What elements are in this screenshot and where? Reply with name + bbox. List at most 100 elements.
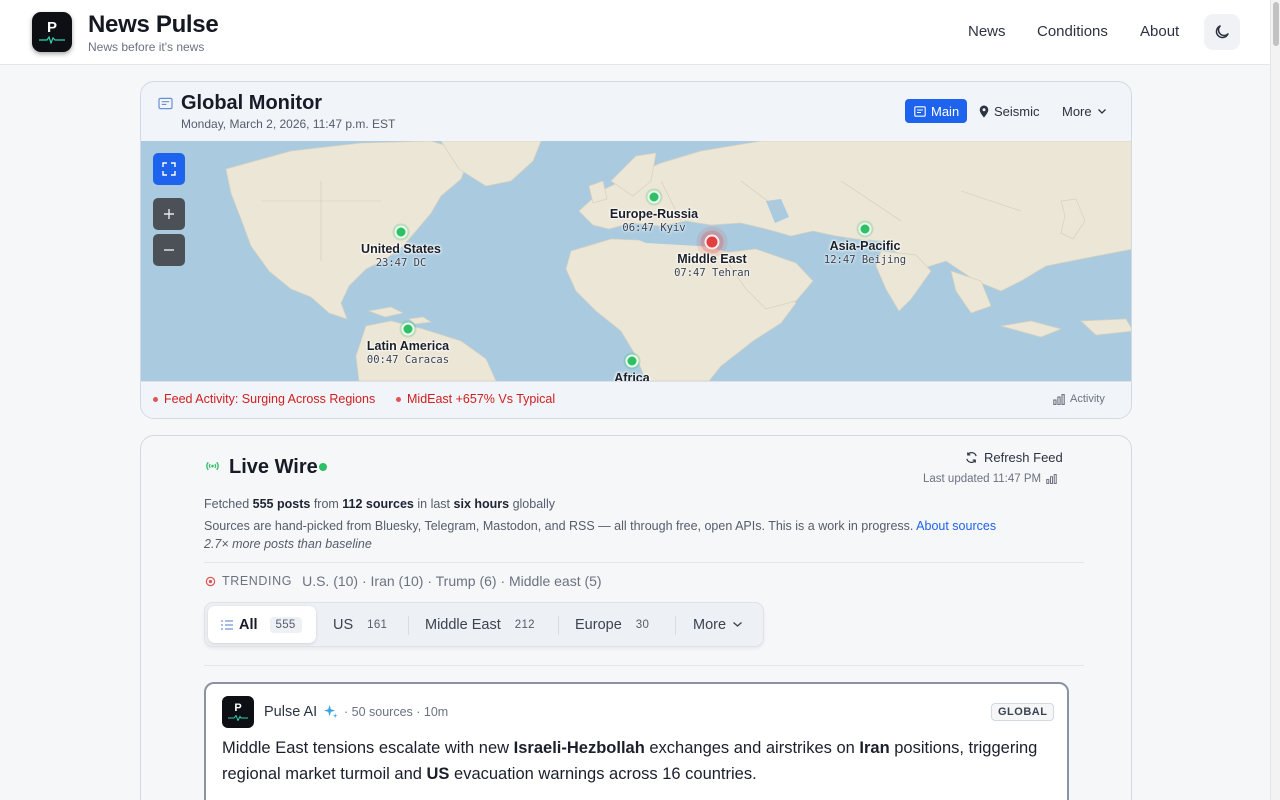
- moon-icon: [1215, 25, 1229, 39]
- plus-icon: [164, 209, 174, 219]
- chevron-down-icon: [733, 622, 742, 627]
- nav-link-news[interactable]: News: [968, 23, 1006, 40]
- post-author[interactable]: Pulse AI: [264, 704, 317, 720]
- region-name: United States: [361, 242, 441, 256]
- last-updated: Last updated 11:47 PM: [923, 473, 1057, 485]
- region-label-latin-america[interactable]: Latin America 00:47 Caracas: [367, 339, 449, 366]
- mideast-activity-alert: MidEast +657% Vs Typical: [396, 392, 555, 406]
- trending-topics[interactable]: U.S. (10) · Iran (10) · Trump (6) · Midd…: [302, 573, 602, 589]
- region-name: Latin America: [366, 339, 450, 353]
- region-marker-europe-russia[interactable]: [647, 190, 661, 204]
- body-text: evacuation warnings across 16 countries.: [449, 765, 757, 783]
- filter-label: All: [239, 616, 258, 633]
- bar-chart-icon: [1053, 393, 1065, 405]
- monitor-footer: Feed Activity: Surging Across Regions Mi…: [141, 381, 1131, 418]
- trending-label: TRENDING: [222, 574, 293, 588]
- region-marker-asia-pacific[interactable]: [858, 222, 872, 236]
- page-scrollbar[interactable]: [1270, 0, 1280, 800]
- region-marker-middle-east[interactable]: [704, 234, 720, 250]
- region-label-middle-east[interactable]: Middle East 07:47 Tehran: [674, 252, 750, 279]
- live-wire-title: Live Wire: [229, 456, 318, 478]
- region-name: Africa: [614, 371, 650, 381]
- region-time: 12:47 Beijing: [823, 254, 907, 266]
- scrollbar-thumb[interactable]: [1273, 2, 1279, 46]
- pulse-line-icon: [228, 715, 248, 721]
- filter-tab-middle-east[interactable]: Middle East 212: [425, 606, 535, 643]
- filter-tab-all[interactable]: All 555: [208, 606, 316, 643]
- trending-icon: [205, 576, 216, 586]
- region-label-africa[interactable]: Africa: [614, 371, 649, 381]
- filter-count: 555: [269, 616, 302, 633]
- activity-button[interactable]: Activity: [1053, 393, 1105, 405]
- region-time: 23:47 DC: [375, 257, 427, 269]
- region-marker-united-states[interactable]: [394, 225, 408, 239]
- sources-note: Sources are hand-picked from Bluesky, Te…: [204, 519, 996, 533]
- expand-icon: [162, 162, 176, 176]
- more-views-label: More: [1062, 103, 1092, 119]
- filter-count: 212: [514, 618, 535, 631]
- fetch-from: from: [313, 497, 339, 511]
- brand-title[interactable]: News Pulse: [88, 11, 219, 39]
- body-text: exchanges and airstrikes on: [644, 739, 860, 757]
- zoom-out-button[interactable]: [153, 234, 185, 266]
- filter-label: US: [333, 616, 354, 633]
- fetch-posts-count: 555 posts: [252, 497, 311, 511]
- theme-toggle-button[interactable]: [1204, 14, 1240, 50]
- refresh-feed-button[interactable]: Refresh Feed: [965, 450, 1063, 465]
- region-time: 00:47 Caracas: [366, 354, 450, 366]
- region-label-europe-russia[interactable]: Europe-Russia 06:47 Kyiv: [610, 207, 698, 234]
- fetch-window: six hours: [453, 497, 510, 511]
- about-sources-link[interactable]: About sources: [916, 519, 996, 533]
- region-time: 07:47 Tehran: [674, 267, 750, 279]
- main-view-button[interactable]: Main: [905, 99, 967, 123]
- alert-bullet: [153, 396, 158, 402]
- world-map-landmass: [225, 141, 1131, 381]
- body-highlight: Iran: [859, 739, 890, 757]
- trending-bar: TRENDING U.S. (10) · Iran (10) · Trump (…: [205, 573, 602, 589]
- live-status-indicator: [319, 463, 327, 471]
- region-marker-latin-america[interactable]: [401, 322, 415, 336]
- zoom-in-button[interactable]: [153, 198, 185, 230]
- body-highlight: US: [426, 765, 450, 783]
- post-meta: · 50 sources · 10m: [344, 705, 449, 719]
- region-filter-tabs: All 555 US 161 Middle East 212 Europe 30…: [204, 602, 764, 647]
- region-time: 06:47 Kyiv: [622, 222, 686, 234]
- filter-label: Europe: [575, 616, 622, 633]
- filter-count: 30: [635, 618, 650, 631]
- live-wire-panel: Live Wire Refresh Feed Last updated 11:4…: [140, 435, 1132, 800]
- broadcast-icon: [206, 461, 219, 471]
- body-text: Middle East tensions escalate with new: [222, 739, 514, 757]
- alert-text: Feed Activity: Surging Across Regions: [164, 392, 376, 406]
- activity-label: Activity: [1070, 393, 1105, 405]
- filter-separator: [675, 616, 676, 635]
- divider: [204, 665, 1084, 666]
- bar-chart-icon[interactable]: [1046, 474, 1057, 484]
- nav-link-conditions[interactable]: Conditions: [1037, 23, 1108, 40]
- fullscreen-button[interactable]: [153, 153, 185, 185]
- logo-letter: P: [46, 19, 57, 36]
- monitor-title: Global Monitor: [181, 92, 323, 114]
- pulse-line-icon: [39, 36, 65, 44]
- global-monitor-panel: Global Monitor Monday, March 2, 2026, 11…: [140, 81, 1132, 419]
- more-views-dropdown[interactable]: More: [1062, 99, 1107, 123]
- seismic-view-button[interactable]: Seismic: [979, 99, 1040, 123]
- filter-label: More: [693, 616, 727, 633]
- news-pulse-logo[interactable]: P: [32, 12, 72, 52]
- avatar[interactable]: P: [222, 696, 254, 728]
- region-marker-africa[interactable]: [625, 354, 639, 368]
- filter-more-dropdown[interactable]: More: [693, 606, 743, 643]
- filter-tab-us[interactable]: US 161: [333, 606, 387, 643]
- newspaper-icon: [914, 105, 926, 117]
- region-label-asia-pacific[interactable]: Asia-Pacific 12:47 Beijing: [824, 239, 906, 266]
- world-map[interactable]: United States 23:47 DC Europe-Russia 06:…: [141, 141, 1131, 381]
- filter-tab-europe[interactable]: Europe 30: [575, 606, 649, 643]
- nav-link-about[interactable]: About: [1140, 23, 1179, 40]
- ai-summary-post[interactable]: P Pulse AI · 50 sources · 10m GLOBAL Mid…: [204, 682, 1069, 800]
- region-name: Asia-Pacific: [829, 239, 901, 253]
- region-label-united-states[interactable]: United States 23:47 DC: [361, 242, 441, 269]
- monitor-datetime: Monday, March 2, 2026, 11:47 p.m. EST: [181, 117, 396, 131]
- sources-note-text: Sources are hand-picked from Bluesky, Te…: [204, 519, 914, 533]
- main-view-label: Main: [931, 103, 960, 119]
- baseline-note: 2.7× more posts than baseline: [204, 537, 372, 551]
- fetch-suffix: globally: [512, 497, 555, 511]
